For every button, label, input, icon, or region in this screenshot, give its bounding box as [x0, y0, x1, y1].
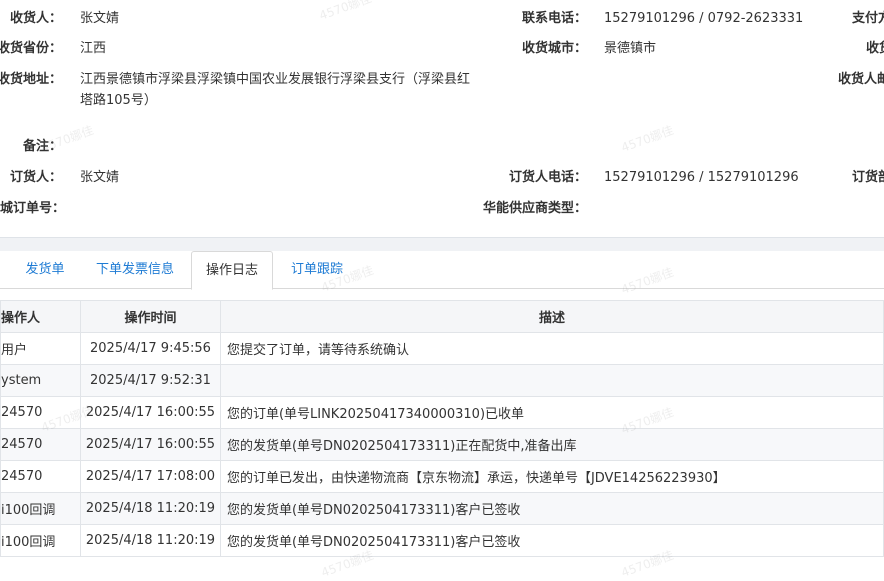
address-label: 收货地址： — [0, 72, 62, 87]
row-time: 2025/4/17 17:08:00 — [80, 460, 221, 493]
table-row: i100回调 2025/4/18 11:20:19 您的发货单(单号DN0202… — [0, 524, 884, 557]
phone-value: 15279101296 / 0792-2623331 — [604, 11, 804, 26]
row-operator: 24570 — [1, 437, 43, 452]
row-description: 您的订单已发出，由快递物流商【京东物流】承运，快递单号【JDVE14256223… — [219, 460, 884, 493]
table-row: i100回调 2025/4/18 11:20:19 您的发货单(单号DN0202… — [0, 492, 884, 525]
row-time: 2025/4/17 16:00:55 — [80, 428, 221, 461]
table-row: ystem 2025/4/17 9:52:31 — [0, 364, 884, 397]
remark-label: 备注： — [22, 139, 62, 154]
section-divider — [0, 237, 884, 251]
order-info-panel: 收货人： 张文婧 联系电话： 15279101296 / 0792-262333… — [0, 0, 884, 237]
supplier-type-label: 华能供应商类型： — [482, 201, 587, 216]
table-row: 24570 2025/4/17 17:08:00 您的订单已发出，由快递物流商【… — [0, 460, 884, 493]
tab-delivery-note[interactable]: 发货单 — [14, 251, 76, 289]
row-description: 您的发货单(单号DN0202504173311)正在配货中,准备出库 — [219, 428, 884, 461]
consignee-value: 张文婧 — [80, 11, 120, 26]
province-value: 江西 — [80, 41, 107, 56]
city-label: 收货城市： — [521, 41, 587, 56]
row-description — [219, 364, 884, 397]
operation-log-table: 操作人 操作时间 描述 用户 2025/4/17 9:45:56 您提交了订单，… — [0, 300, 884, 557]
header-time: 操作时间 — [80, 300, 221, 333]
header-operator: 操作人 — [0, 300, 81, 333]
consignee-label: 收货人： — [9, 11, 62, 26]
row-operator: 用户 — [1, 343, 28, 358]
city-value: 景德镇市 — [604, 41, 657, 56]
pay-label-partial: 支付方 — [852, 11, 884, 26]
table-row: 24570 2025/4/17 16:00:55 您的订单(单号LINK2025… — [0, 396, 884, 429]
row-operator: i100回调 — [1, 503, 56, 518]
row-time: 2025/4/18 11:20:19 — [80, 492, 221, 525]
row-time: 2025/4/17 9:52:31 — [80, 364, 221, 397]
row-description: 您的订单(单号LINK20250417340000310)已收单 — [219, 396, 884, 429]
header-description: 描述 — [219, 300, 884, 333]
row-time: 2025/4/18 11:20:19 — [80, 524, 221, 557]
row-description: 您的发货单(单号DN0202504173311)客户已签收 — [219, 492, 884, 525]
tab-operation-log[interactable]: 操作日志 — [191, 251, 273, 290]
row-description: 您的发货单(单号DN0202504173311)客户已签收 — [219, 524, 884, 557]
orderer-value: 张文婧 — [80, 170, 120, 185]
phone-label: 联系电话： — [521, 11, 587, 26]
province-label: 收货省份： — [0, 41, 62, 56]
orderer-label: 订货人： — [9, 170, 62, 185]
tab-invoice-info[interactable]: 下单发票信息 — [84, 251, 186, 289]
table-row: 24570 2025/4/17 16:00:55 您的发货单(单号DN02025… — [0, 428, 884, 461]
row-time: 2025/4/17 16:00:55 — [80, 396, 221, 429]
table-row: 用户 2025/4/17 9:45:56 您提交了订单，请等待系统确认 — [0, 332, 884, 365]
tab-order-tracking[interactable]: 订单跟踪 — [280, 251, 354, 289]
orderer-phone-value: 15279101296 / 15279101296 — [604, 170, 799, 185]
row-operator: 24570 — [1, 405, 43, 420]
row-operator: 24570 — [1, 469, 43, 484]
mall-order-label: 城订单号： — [0, 201, 66, 216]
orderer-phone-label: 订货人电话： — [508, 170, 587, 185]
row-operator: ystem — [1, 373, 42, 388]
address-value: 江西景德镇市浮梁县浮梁镇中国农业发展银行浮梁县支行（浮梁县红塔路105号） — [80, 72, 471, 108]
row-time: 2025/4/17 9:45:56 — [80, 332, 221, 365]
col3-row5-label-partial: 订货部 — [852, 170, 884, 185]
table-header-row: 操作人 操作时间 描述 — [0, 300, 884, 333]
row-operator: i100回调 — [1, 535, 56, 550]
row-description: 您提交了订单，请等待系统确认 — [219, 332, 884, 365]
col3-row3-label-partial: 收货人邮 — [838, 72, 884, 87]
tab-bar: 发货单 下单发票信息 操作日志 订单跟踪 — [0, 251, 884, 290]
col3-row2-label-partial: 收货 — [866, 41, 884, 56]
